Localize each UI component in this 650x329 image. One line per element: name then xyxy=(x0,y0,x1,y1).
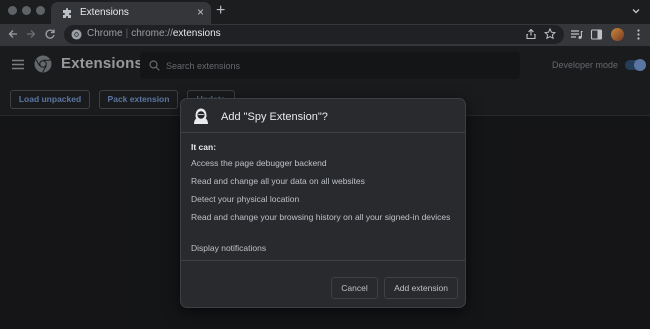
more-vertical-icon[interactable] xyxy=(632,28,645,41)
url-scheme: chrome:// xyxy=(131,28,173,39)
permission-item: Access the page debugger backend xyxy=(191,158,327,168)
profile-avatar[interactable] xyxy=(611,28,624,41)
new-tab-button[interactable]: + xyxy=(216,2,225,20)
permission-item: Read and change all your data on all web… xyxy=(191,176,365,186)
puzzle-icon xyxy=(63,8,71,18)
share-icon[interactable] xyxy=(525,28,537,40)
close-tab-button[interactable]: × xyxy=(197,5,204,19)
divider xyxy=(181,260,465,261)
forward-arrow-icon[interactable] xyxy=(24,27,38,41)
permissions-heading: It can: xyxy=(191,142,217,152)
close-window-button[interactable] xyxy=(8,6,17,15)
toolbar: Chrome | chrome://extensions xyxy=(0,24,650,46)
cancel-button[interactable]: Cancel xyxy=(331,277,378,299)
chevron-down-icon[interactable] xyxy=(630,5,642,17)
browser-window: Extensions × + Chrome|chrome://extensi xyxy=(0,0,650,329)
minimize-window-button[interactable] xyxy=(22,6,31,15)
maximize-window-button[interactable] xyxy=(36,6,45,15)
add-extension-dialog: Add "Spy Extension"? It can: Access the … xyxy=(180,98,466,308)
tab-extensions[interactable]: Extensions × xyxy=(51,2,211,24)
chrome-icon xyxy=(71,29,82,40)
tab-strip: Extensions × + xyxy=(0,0,650,24)
media-queue-icon[interactable] xyxy=(570,28,583,41)
permission-item: Detect your physical location xyxy=(191,194,300,204)
side-panel-icon[interactable] xyxy=(590,28,603,41)
permission-item: Read and change your browsing history on… xyxy=(191,212,451,222)
back-arrow-icon[interactable] xyxy=(6,27,20,41)
url-host: extensions xyxy=(172,28,221,39)
add-extension-button[interactable]: Add extension xyxy=(384,277,458,299)
divider xyxy=(181,132,465,133)
reload-icon[interactable] xyxy=(43,27,57,41)
omnibox-label: Chrome xyxy=(87,28,123,39)
omnibox-separator: | xyxy=(125,28,129,39)
tab-title: Extensions xyxy=(80,7,129,18)
url-text: Chrome | chrome://extensions xyxy=(87,28,221,39)
permission-item: Display notifications xyxy=(191,243,267,253)
spy-hacker-icon xyxy=(194,108,208,124)
dialog-title: Add "Spy Extension"? xyxy=(221,111,328,123)
address-bar[interactable]: Chrome | chrome://extensions xyxy=(64,25,564,44)
bookmark-star-icon[interactable] xyxy=(544,28,556,40)
